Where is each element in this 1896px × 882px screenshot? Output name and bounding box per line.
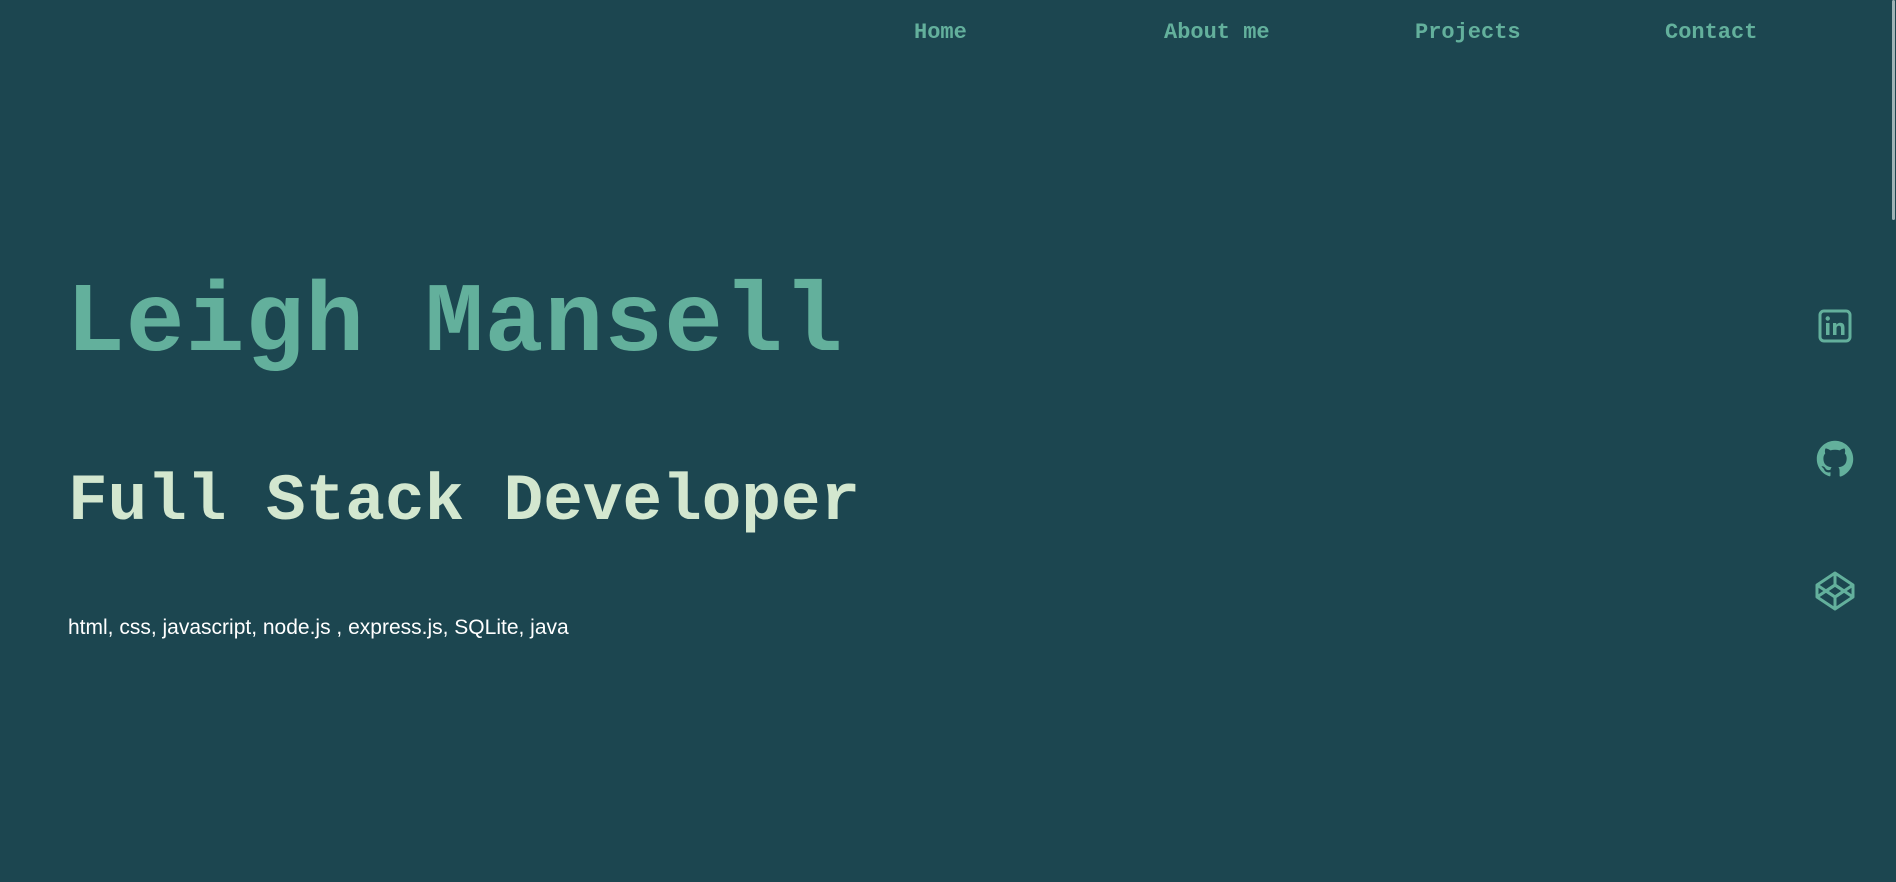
scrollbar-thumb[interactable] — [1892, 0, 1895, 220]
nav-link-contact[interactable]: Contact — [1665, 18, 1757, 48]
top-nav: Home About me Projects Contact — [0, 18, 1896, 48]
scrollbar[interactable] — [1891, 0, 1896, 882]
hero-skills: html, css, javascript, node.js , express… — [68, 616, 569, 639]
hero-role: Full Stack Developer — [68, 464, 861, 539]
github-icon — [1816, 440, 1854, 477]
linkedin-icon — [1818, 309, 1852, 343]
linkedin-link[interactable] — [1812, 303, 1858, 349]
nav-link-projects[interactable]: Projects — [1415, 18, 1521, 48]
github-link[interactable] — [1812, 436, 1858, 482]
codepen-link[interactable] — [1812, 568, 1858, 614]
nav-link-home[interactable]: Home — [914, 18, 967, 48]
codepen-icon — [1815, 571, 1855, 611]
page: Home About me Projects Contact Leigh Man… — [0, 0, 1896, 882]
hero-name: Leigh Mansell — [66, 269, 844, 380]
nav-link-about[interactable]: About me — [1164, 18, 1270, 48]
